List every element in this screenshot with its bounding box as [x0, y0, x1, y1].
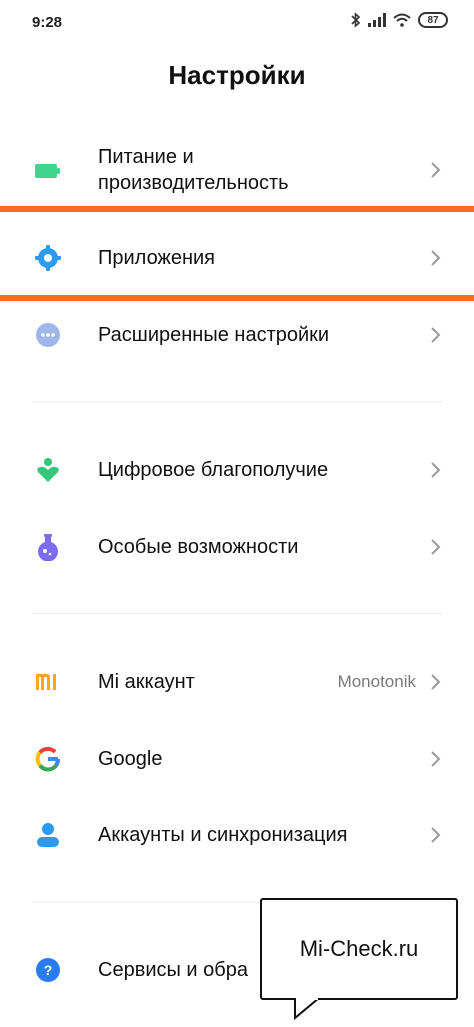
more-dots-icon [34, 321, 62, 349]
mi-logo-icon [34, 668, 62, 696]
chevron-right-icon [431, 674, 441, 690]
status-time: 9:28 [32, 14, 63, 31]
settings-item-label: Питание и производительность [98, 146, 289, 194]
watermark-callout-tail [294, 998, 320, 1020]
gear-icon [34, 244, 62, 272]
settings-item-label: Цифровое благополучие [98, 459, 329, 481]
settings-item-label: Аккаунты и синхронизация [98, 824, 348, 846]
bluetooth-icon [351, 12, 361, 28]
settings-item-wellbeing[interactable]: Цифровое благополучие [0, 432, 474, 508]
chevron-right-icon [431, 539, 441, 555]
group-divider [32, 401, 442, 402]
chevron-right-icon [431, 162, 441, 178]
wifi-icon [393, 13, 411, 27]
settings-item-advanced[interactable]: Расширенные настройки [0, 297, 474, 373]
battery-indicator: 87 [418, 12, 448, 28]
chevron-right-icon [431, 462, 441, 478]
settings-item-power[interactable]: Питание и производительность [0, 132, 474, 208]
wellbeing-icon [34, 456, 62, 484]
watermark-callout: Mi-Check.ru [260, 898, 458, 1000]
account-name: Monotonik [337, 672, 416, 691]
settings-item-label: Сервисы и обра [98, 959, 248, 981]
status-icons: 87 [351, 12, 448, 28]
settings-item-label: Особые возможности [98, 536, 299, 558]
settings-item-label: Приложения [98, 247, 216, 269]
highlight-line-top [0, 206, 474, 212]
settings-item-mi-account[interactable]: Mi аккаунт Monotonik [0, 644, 474, 720]
status-bar: 9:28 87 [0, 0, 474, 44]
settings-item-accounts-sync[interactable]: Аккаунты и синхронизация [0, 797, 474, 873]
battery-icon [34, 156, 62, 184]
chevron-right-icon [431, 250, 441, 266]
flask-icon [34, 533, 62, 561]
google-icon [34, 745, 62, 773]
help-icon: ? [34, 956, 62, 984]
settings-item-label: Mi аккаунт [98, 671, 195, 693]
person-icon [34, 821, 62, 849]
settings-item-google[interactable]: Google [0, 721, 474, 797]
chevron-right-icon [431, 827, 441, 843]
page-title: Настройки [168, 60, 306, 90]
group-divider [32, 613, 442, 614]
svg-text:?: ? [44, 962, 53, 978]
signal-icon [368, 13, 386, 27]
settings-item-accessibility[interactable]: Особые возможности [0, 509, 474, 585]
settings-item-apps[interactable]: Приложения [0, 220, 474, 296]
settings-item-label: Расширенные настройки [98, 324, 330, 346]
chevron-right-icon [431, 751, 441, 767]
settings-item-label: Google [98, 748, 163, 770]
chevron-right-icon [431, 327, 441, 343]
